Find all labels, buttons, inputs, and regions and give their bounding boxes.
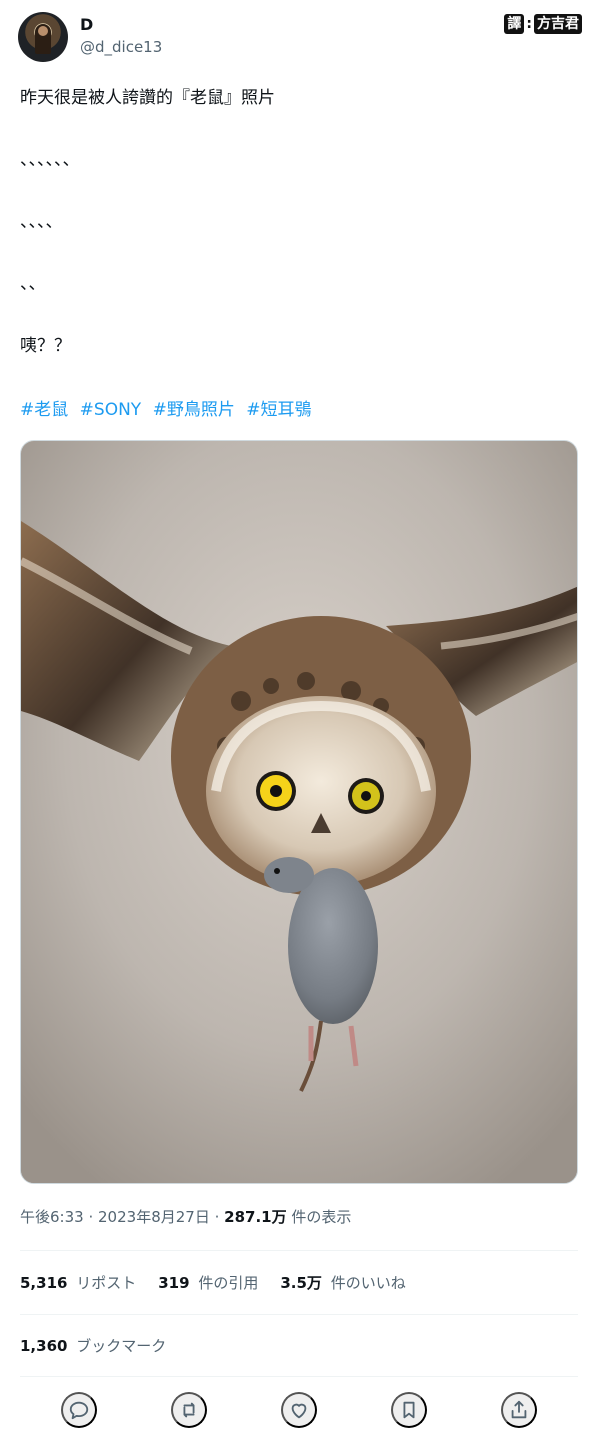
- reply-button[interactable]: [61, 1392, 97, 1428]
- watermark-separator: :: [526, 16, 532, 32]
- tweet-spacer: [20, 172, 578, 210]
- hashtags: #老鼠 #SONY #野鳥照片 #短耳鴞: [20, 398, 318, 422]
- views-count: 287.1万: [224, 1208, 287, 1226]
- meta-separator: ·: [214, 1208, 225, 1226]
- tweet-spacer: [20, 296, 578, 334]
- author-display-name[interactable]: D: [80, 15, 162, 35]
- views-label: 件の表示: [291, 1208, 352, 1226]
- repost-icon: [183, 1402, 195, 1418]
- bookmark-stat[interactable]: 1,360 ブックマーク: [20, 1335, 166, 1356]
- reposts-label: リポスト: [76, 1274, 137, 1292]
- quotes-label: 件の引用: [198, 1274, 259, 1292]
- hashtag-link[interactable]: #野鳥照片: [153, 400, 235, 420]
- mouse-body: [288, 868, 378, 1024]
- tweet-line-3: 、、、、: [20, 212, 63, 232]
- owl-facial-disc: [206, 696, 436, 886]
- quote-stat[interactable]: 319 件の引用: [158, 1272, 258, 1293]
- hashtag-link[interactable]: #短耳鴞: [246, 400, 311, 420]
- avatar[interactable]: [18, 12, 68, 62]
- tweet-date[interactable]: 2023年8月27日: [98, 1208, 210, 1226]
- mouse-head: [264, 857, 314, 893]
- tweet-line-2: 、、、、、、: [20, 150, 80, 170]
- share-button[interactable]: [501, 1392, 537, 1428]
- like-icon: [291, 1403, 307, 1419]
- reply-icon: [69, 1401, 89, 1420]
- reposts-count: 5,316: [20, 1274, 68, 1292]
- author-handle[interactable]: @d_dice13: [80, 37, 162, 57]
- repost-button[interactable]: [171, 1392, 207, 1428]
- divider: [20, 1250, 578, 1251]
- tweet-line-1: 昨天很是被人誇讚的『老鼠』照片: [20, 88, 275, 108]
- share-icon: [511, 1400, 527, 1419]
- bookmarks-label: ブックマーク: [76, 1337, 167, 1355]
- likes-label: 件のいいね: [330, 1274, 406, 1292]
- tweet-time[interactable]: 午後6:33: [20, 1208, 84, 1226]
- translator-watermark: 譯 : 方吉君: [504, 14, 582, 34]
- avatar-face: [38, 26, 48, 36]
- tweet-line-5: 咦？？: [20, 336, 71, 356]
- divider: [20, 1314, 578, 1315]
- tweet-photo[interactable]: [20, 440, 578, 1184]
- tweet-header: D @d_dice13: [18, 12, 162, 62]
- tweet-meta: 午後6:33 · 2023年8月27日 · 287.1万 件の表示: [20, 1206, 351, 1227]
- quotes-count: 319: [158, 1274, 190, 1292]
- tweet-text: 昨天很是被人誇讚的『老鼠』照片 、、、、、、 、、、、 、、 咦？？: [20, 86, 578, 358]
- bookmark-icon: [403, 1401, 415, 1419]
- hashtag-link[interactable]: #SONY: [80, 400, 142, 420]
- action-bar: [0, 1392, 598, 1428]
- owl-with-mouse-image: [21, 441, 577, 1183]
- tweet-line-4: 、、: [20, 274, 46, 294]
- like-button[interactable]: [281, 1392, 317, 1428]
- repost-stat[interactable]: 5,316 リポスト: [20, 1272, 136, 1293]
- tweet-detail: D @d_dice13 譯 : 方吉君 昨天很是被人誇讚的『老鼠』照片 、、、、…: [0, 0, 598, 1434]
- bookmarks-count: 1,360: [20, 1337, 68, 1355]
- owl-pupil-right: [361, 791, 371, 801]
- likes-count: 3.5万: [280, 1274, 322, 1292]
- mouse-eye: [274, 868, 280, 874]
- like-stat[interactable]: 3.5万 件のいいね: [280, 1272, 405, 1293]
- meta-separator: ·: [88, 1208, 99, 1226]
- watermark-right: 方吉君: [534, 14, 582, 34]
- hashtag-link[interactable]: #老鼠: [20, 400, 68, 420]
- owl-pupil-left: [270, 785, 282, 797]
- bookmark-button[interactable]: [391, 1392, 427, 1428]
- author-names: D @d_dice13: [80, 15, 162, 57]
- watermark-left: 譯: [504, 14, 525, 34]
- divider: [20, 1376, 578, 1377]
- engagement-stats: 5,316 リポスト 319 件の引用 3.5万 件のいいね: [20, 1272, 406, 1293]
- tweet-spacer: [20, 110, 578, 148]
- tweet-spacer: [20, 234, 578, 272]
